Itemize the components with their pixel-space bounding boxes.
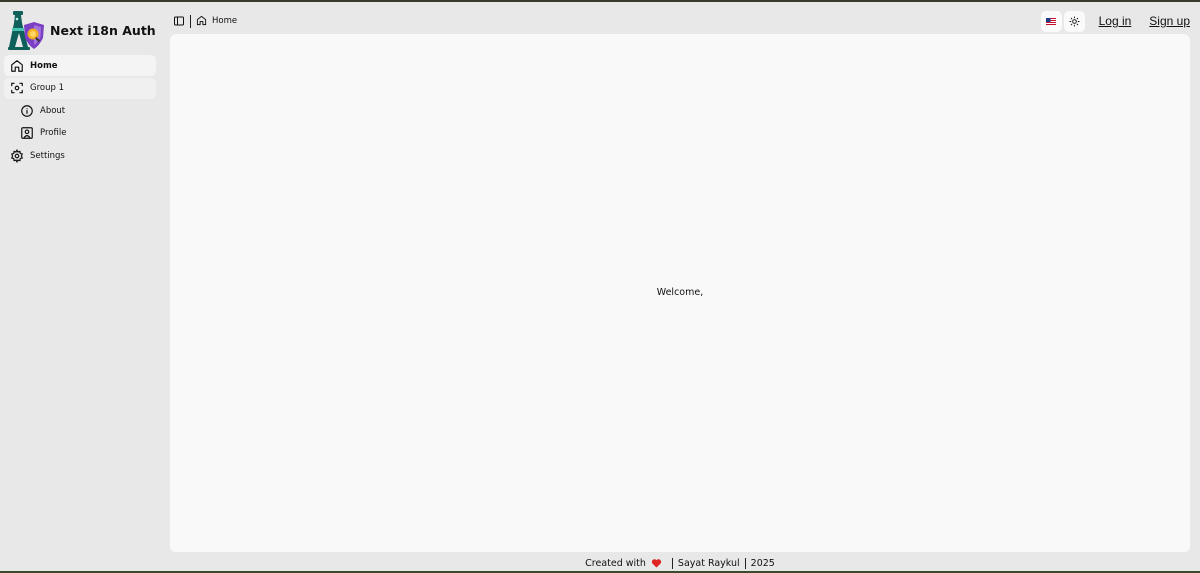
signup-link[interactable]: Sign up xyxy=(1149,14,1190,28)
app-title: Next i18n Auth xyxy=(50,22,156,38)
home-icon xyxy=(196,15,208,27)
header-divider xyxy=(190,14,191,28)
footer-divider xyxy=(744,557,746,569)
sun-icon xyxy=(1069,15,1080,27)
footer-divider xyxy=(671,557,673,569)
sidebar-item-home[interactable]: Home xyxy=(4,55,156,76)
sidebar-nav: Home Group 1 About Profile Settings xyxy=(4,55,156,168)
sidebar-item-label: Settings xyxy=(30,150,65,161)
sidebar-item-group-1[interactable]: Group 1 xyxy=(4,77,156,99)
login-link[interactable]: Log in xyxy=(1099,14,1132,28)
sidebar-item-settings[interactable]: Settings xyxy=(4,145,156,166)
footer-author[interactable]: Sayat Raykul xyxy=(678,558,740,569)
sidebar-item-profile[interactable]: Profile xyxy=(4,123,156,144)
sidebar-item-label: Group 1 xyxy=(30,83,64,93)
breadcrumb-label: Home xyxy=(212,16,238,26)
user-square-icon xyxy=(20,126,34,140)
gear-icon xyxy=(10,148,24,163)
footer-year: 2025 xyxy=(750,557,775,569)
top-bar: Home Log in Sign up xyxy=(170,10,1190,32)
home-icon xyxy=(10,59,24,73)
welcome-message: Welcome, xyxy=(656,287,704,298)
footer: Created with Sayat Raykul 2025 xyxy=(170,556,1190,570)
sidebar-item-label: About xyxy=(40,105,66,116)
sidebar: Next i18n Auth Home Group 1 About Profil… xyxy=(0,2,160,571)
sidebar-item-label: Home xyxy=(30,60,58,71)
sidebar-item-label: Profile xyxy=(40,128,67,138)
app-window: Next i18n Auth Home Group 1 About Profil… xyxy=(0,0,1200,573)
footer-created-with: Created with xyxy=(585,557,646,569)
brand[interactable]: Next i18n Auth xyxy=(6,9,156,51)
main-content: Welcome, xyxy=(170,34,1190,552)
sidebar-item-about[interactable]: About xyxy=(4,100,156,121)
us-flag-icon xyxy=(1046,17,1057,25)
scan-icon xyxy=(10,81,24,95)
heart-icon xyxy=(651,558,662,568)
app-logo-icon xyxy=(8,11,44,50)
info-icon xyxy=(20,104,34,118)
header-left: Home xyxy=(173,12,237,30)
header-right: Log in Sign up xyxy=(1039,10,1190,32)
sidebar-toggle-icon[interactable] xyxy=(173,15,185,27)
language-button[interactable] xyxy=(1040,10,1062,32)
theme-toggle-button[interactable] xyxy=(1063,10,1085,32)
breadcrumb[interactable]: Home xyxy=(196,15,237,27)
